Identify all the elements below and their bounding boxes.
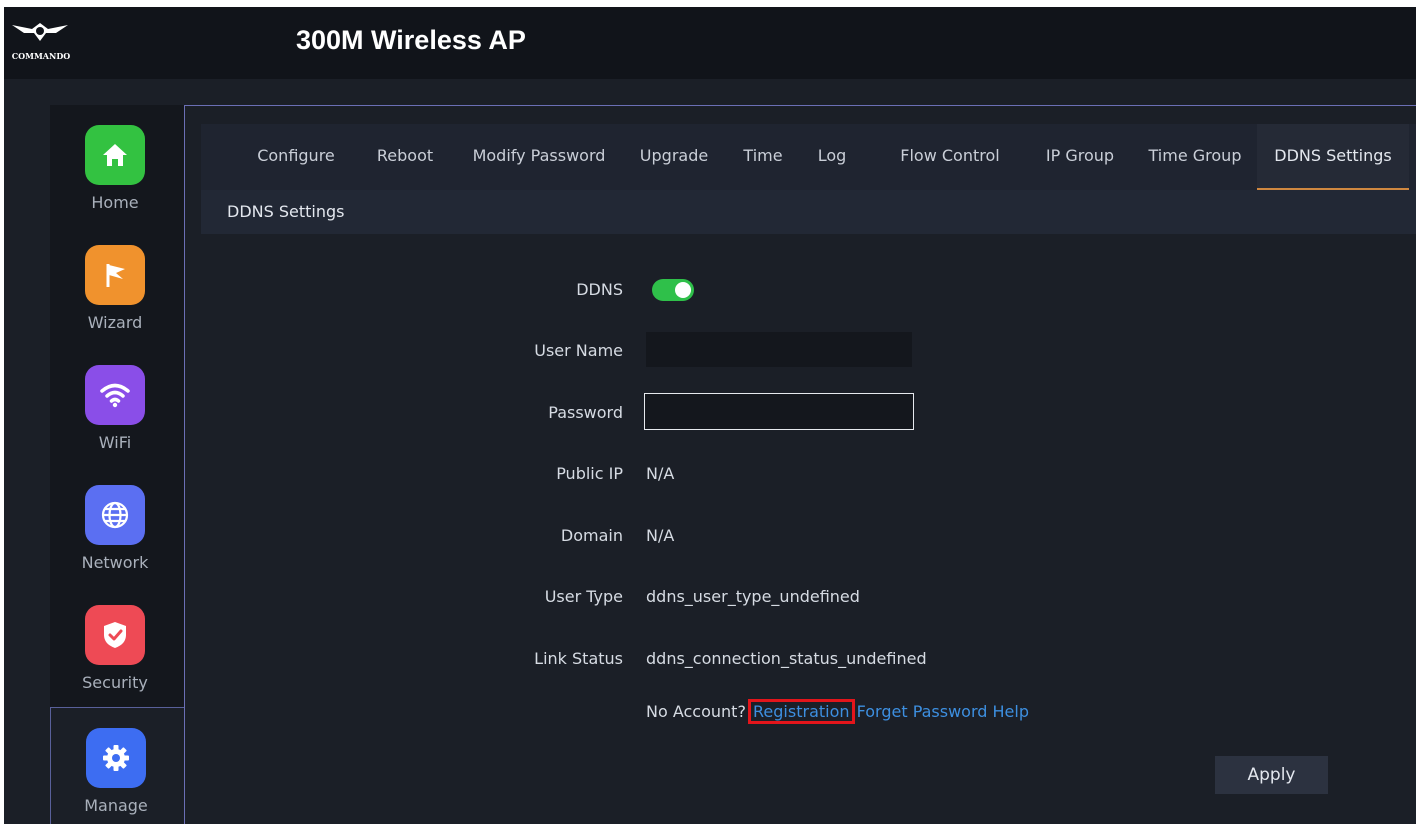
home-icon xyxy=(85,125,145,185)
public-ip-label: Public IP xyxy=(556,464,623,483)
commando-logo: COMMANDO xyxy=(10,19,70,63)
user-type-label: User Type xyxy=(544,587,623,606)
flag-icon xyxy=(85,245,145,305)
sidebar: Home Wizard WiFi Network Security Manage xyxy=(50,105,185,824)
sidebar-item-label: WiFi xyxy=(98,433,132,452)
sidebar-item-label: Home xyxy=(91,193,139,212)
username-input[interactable] xyxy=(646,332,912,367)
tab-ddns-settings[interactable]: DDNS Settings xyxy=(1257,124,1409,190)
sidebar-item-wifi[interactable]: WiFi xyxy=(50,345,184,465)
section-header: DDNS Settings xyxy=(201,190,1416,234)
app-window: COMMANDO 300M Wireless AP Home Wizard Wi… xyxy=(4,7,1416,824)
link-status-label: Link Status xyxy=(534,649,623,668)
no-account-text: No Account? xyxy=(646,702,746,721)
sidebar-item-home[interactable]: Home xyxy=(50,105,184,225)
gear-icon xyxy=(86,728,146,788)
user-type-value: ddns_user_type_undefined xyxy=(646,587,860,606)
domain-value: N/A xyxy=(646,526,675,545)
sidebar-item-label: Security xyxy=(82,673,148,692)
globe-icon xyxy=(85,485,145,545)
tab-modify-password[interactable]: Modify Password xyxy=(461,124,617,188)
ddns-label: DDNS xyxy=(576,280,623,299)
domain-label: Domain xyxy=(560,526,623,545)
sidebar-item-wizard[interactable]: Wizard xyxy=(50,225,184,345)
help-link[interactable]: Help xyxy=(993,702,1029,721)
tab-ip-group[interactable]: IP Group xyxy=(1037,124,1123,188)
tab-log[interactable]: Log xyxy=(809,124,855,188)
app-title: 300M Wireless AP xyxy=(296,25,526,55)
tab-bar: Configure Reboot Modify Password Upgrade… xyxy=(201,124,1416,190)
public-ip-value: N/A xyxy=(646,464,675,483)
shield-icon xyxy=(85,605,145,665)
account-links: No Account? Registration Forget Password… xyxy=(646,699,1029,724)
sidebar-item-network[interactable]: Network xyxy=(50,465,184,585)
wifi-icon xyxy=(85,365,145,425)
tab-reboot[interactable]: Reboot xyxy=(363,124,447,188)
tab-configure[interactable]: Configure xyxy=(241,124,351,188)
sidebar-item-label: Wizard xyxy=(87,313,143,332)
apply-button[interactable]: Apply xyxy=(1215,756,1328,794)
tab-time-group[interactable]: Time Group xyxy=(1133,124,1257,188)
section-title: DDNS Settings xyxy=(227,202,345,221)
sidebar-item-label: Manage xyxy=(84,796,148,815)
sidebar-item-manage[interactable]: Manage xyxy=(50,707,185,824)
sidebar-item-label: Network xyxy=(81,553,149,572)
tab-time[interactable]: Time xyxy=(733,124,793,188)
tab-flow-control[interactable]: Flow Control xyxy=(871,124,1029,188)
forget-password-link[interactable]: Forget Password xyxy=(857,702,988,721)
top-bar: COMMANDO 300M Wireless AP xyxy=(4,7,1416,79)
registration-link[interactable]: Registration xyxy=(748,699,855,724)
password-input[interactable] xyxy=(644,393,914,430)
sidebar-item-security[interactable]: Security xyxy=(50,585,184,705)
username-label: User Name xyxy=(534,341,623,360)
tab-upgrade[interactable]: Upgrade xyxy=(629,124,719,188)
main-content: Configure Reboot Modify Password Upgrade… xyxy=(184,105,1416,824)
logo-text: COMMANDO xyxy=(11,51,71,61)
toggle-knob xyxy=(675,282,691,298)
ddns-toggle[interactable] xyxy=(652,279,694,301)
link-status-value: ddns_connection_status_undefined xyxy=(646,649,927,668)
password-label: Password xyxy=(548,403,623,422)
